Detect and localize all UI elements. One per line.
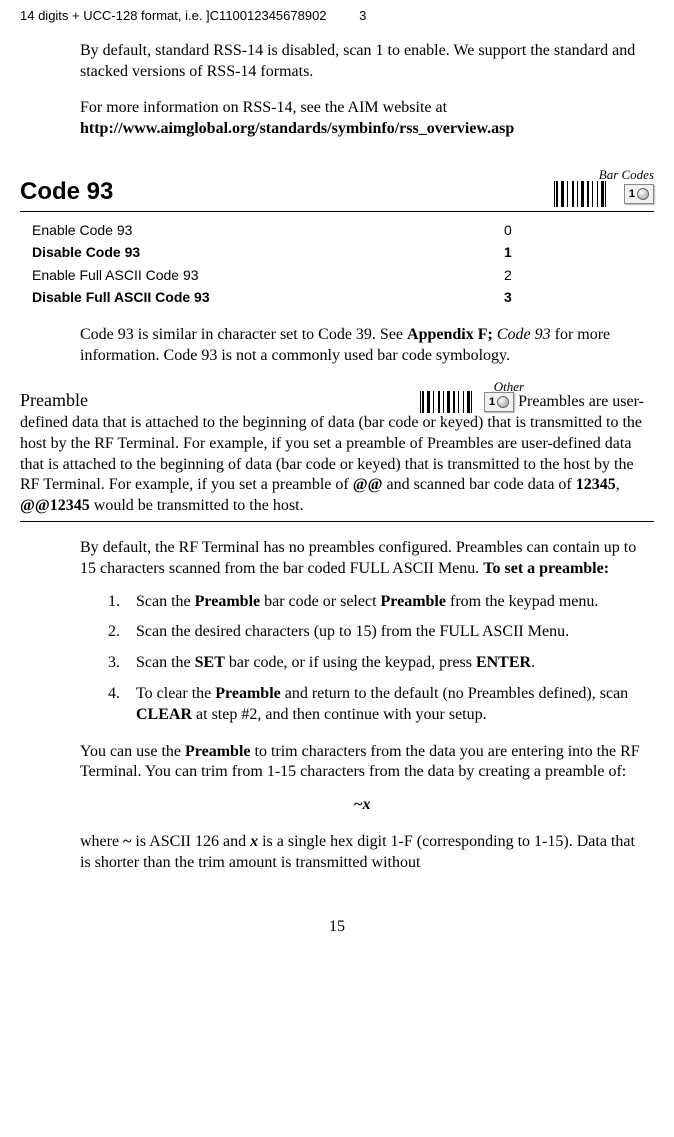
preamble-icons: Other 1 — [420, 391, 514, 413]
badge-dot-icon — [497, 396, 509, 408]
list-item: Scan the Preamble bar code or select Pre… — [124, 592, 644, 613]
rss-paragraph-2: For more information on RSS-14, see the … — [80, 98, 644, 140]
rss-url: http://www.aimglobal.org/standards/symbi… — [80, 120, 514, 137]
list-item: Scan the SET bar code, or if using the k… — [124, 653, 644, 674]
preamble-where: where ~ is ASCII 126 and x is a single h… — [80, 832, 644, 874]
divider — [20, 521, 654, 522]
top-format-suffix: 3 — [359, 8, 366, 23]
code93-description: Code 93 is similar in character set to C… — [80, 325, 644, 367]
table-row: Disable Code 931 — [32, 242, 512, 262]
code93-tag: Bar Codes — [599, 167, 654, 184]
code93-icons: Bar Codes 1 — [554, 181, 654, 207]
preamble-steps: Scan the Preamble bar code or select Pre… — [80, 592, 644, 726]
badge-dot-icon — [637, 188, 649, 200]
barcode-icon — [554, 181, 606, 207]
page-number: 15 — [20, 917, 654, 938]
rss-paragraph-1: By default, standard RSS-14 is disabled,… — [80, 41, 644, 83]
code93-title: Code 93 — [20, 176, 113, 207]
table-row: Enable Code 930 — [32, 220, 512, 240]
preamble-trim: You can use the Preamble to trim charact… — [80, 742, 644, 784]
preamble-section: Preamble Other 1 Preambles are user-defi… — [20, 389, 654, 517]
top-format-line: 14 digits + UCC-128 format, i.e. ]C11001… — [20, 8, 654, 25]
table-row: Enable Full ASCII Code 932 — [32, 265, 512, 285]
code93-options-table: Enable Code 930 Disable Code 931 Enable … — [30, 218, 514, 309]
preamble-title: Preamble — [20, 390, 88, 410]
divider — [20, 211, 654, 212]
code93-header: Code 93 Bar Codes 1 — [20, 176, 654, 207]
preamble-intro: Preamble Other 1 Preambles are user-defi… — [20, 389, 654, 517]
top-format-prefix: 14 digits + UCC-128 format, i.e. ]C11001… — [20, 8, 327, 23]
preamble-formula: ~x — [80, 795, 644, 816]
preamble-config: By default, the RF Terminal has no pream… — [80, 538, 644, 580]
list-item: To clear the Preamble and return to the … — [124, 684, 644, 726]
preamble-tag: Other — [494, 379, 524, 396]
list-item: Scan the desired characters (up to 15) f… — [124, 622, 644, 643]
table-row: Disable Full ASCII Code 933 — [32, 287, 512, 307]
barcode-icon — [420, 391, 472, 413]
keypad-icon: 1 — [624, 184, 654, 204]
